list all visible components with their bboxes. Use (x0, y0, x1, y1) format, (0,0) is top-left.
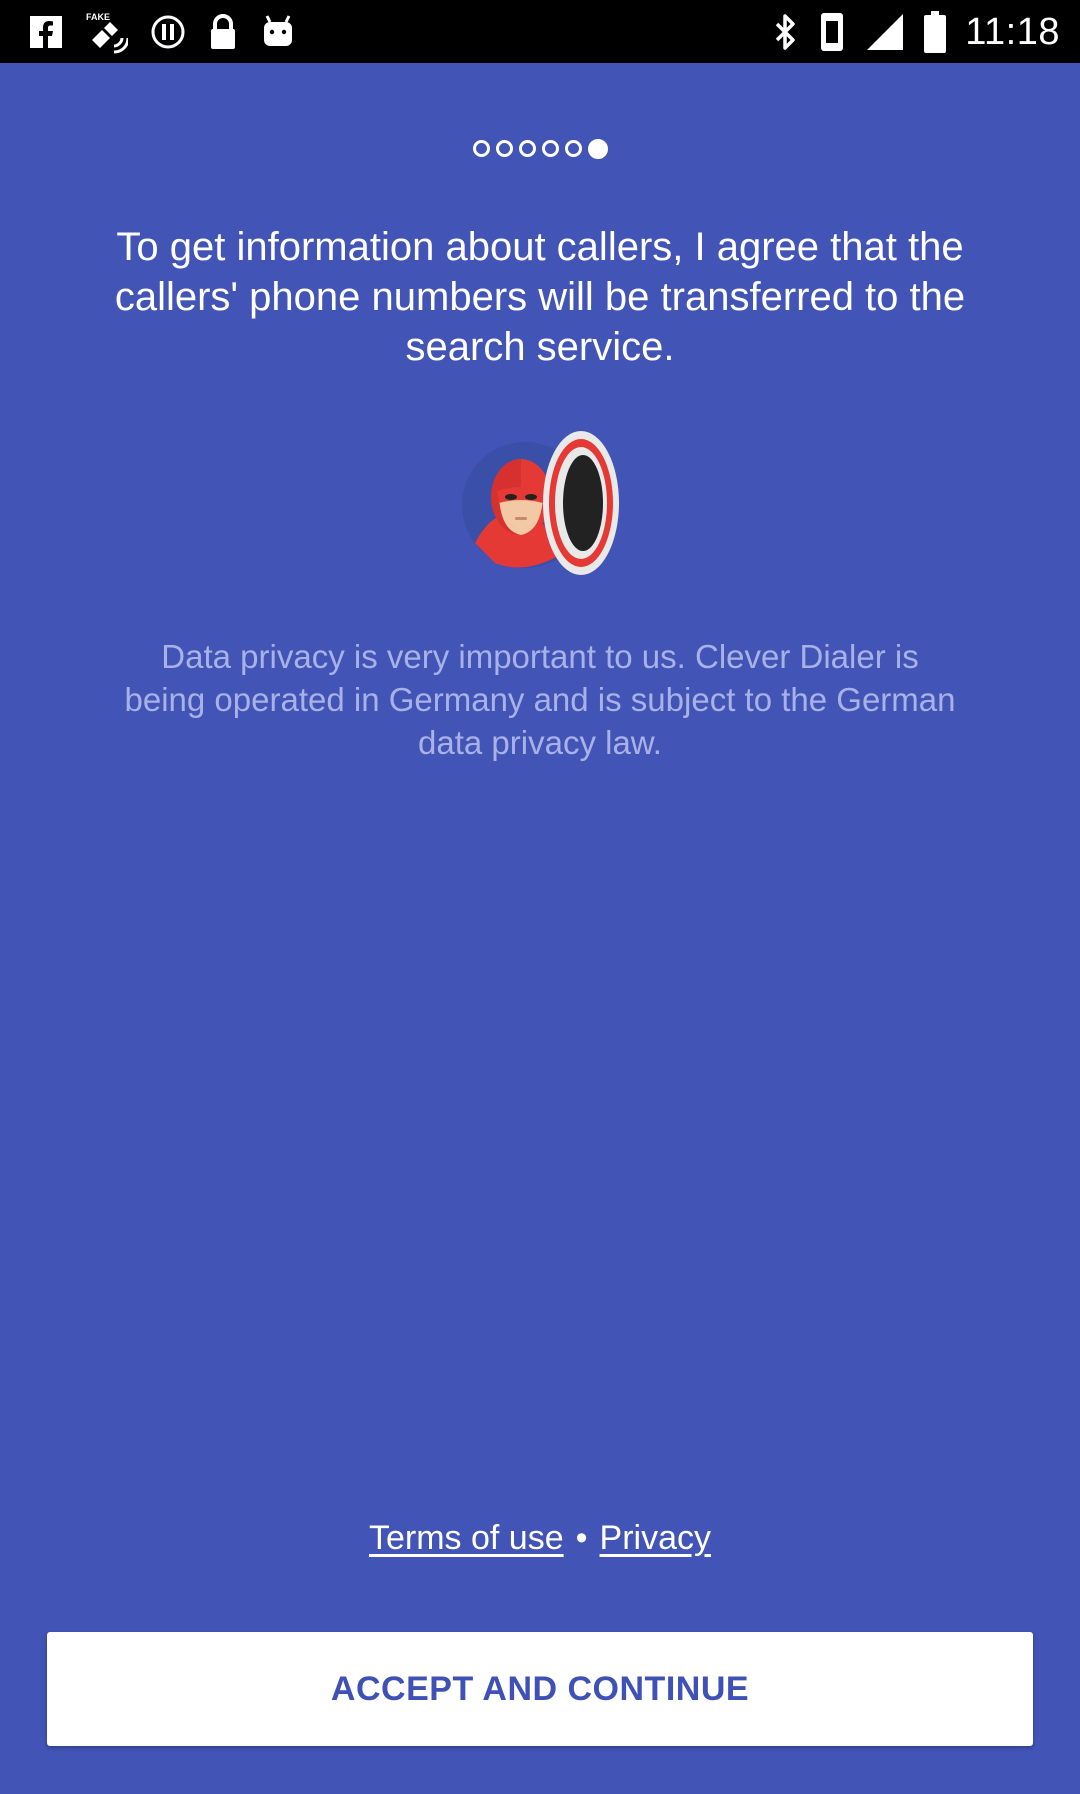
page-dot (495, 140, 513, 157)
status-time: 11:18 (965, 10, 1060, 53)
vibrate-icon (817, 11, 847, 53)
privacy-note: Data privacy is very important to us. Cl… (124, 638, 956, 761)
status-left-icons: FAKE (28, 10, 296, 54)
footer-links: Terms of use • Privacy (0, 1516, 1080, 1560)
accept-and-continue-button[interactable]: ACCEPT AND CONTINUE (47, 1632, 1033, 1746)
page-dot (541, 140, 559, 157)
signal-icon (865, 12, 905, 52)
lock-icon (208, 13, 238, 51)
page-indicator (0, 139, 1080, 159)
page-dot-active (587, 139, 608, 159)
accept-button-label: ACCEPT AND CONTINUE (330, 1669, 750, 1708)
status-bar: FAKE 11:18 (0, 0, 1080, 63)
page-dot (564, 140, 582, 157)
bluetooth-icon (773, 12, 799, 52)
battery-icon (923, 11, 947, 53)
hero-with-shield-icon (455, 425, 630, 580)
consent-headline: To get information about callers, I agre… (114, 225, 966, 369)
page-dot (518, 140, 536, 157)
status-right-icons: 11:18 (773, 8, 1060, 56)
terms-of-use-link[interactable]: Terms of use (369, 1519, 564, 1557)
fake-gps-icon: FAKE (86, 10, 128, 54)
android-icon (260, 14, 296, 50)
page-dot (472, 140, 490, 157)
facebook-icon (28, 14, 64, 50)
svg-text:FAKE: FAKE (86, 12, 110, 22)
circle-info-icon (150, 14, 186, 50)
privacy-link[interactable]: Privacy (600, 1519, 711, 1557)
footer-separator: • (575, 1519, 588, 1557)
